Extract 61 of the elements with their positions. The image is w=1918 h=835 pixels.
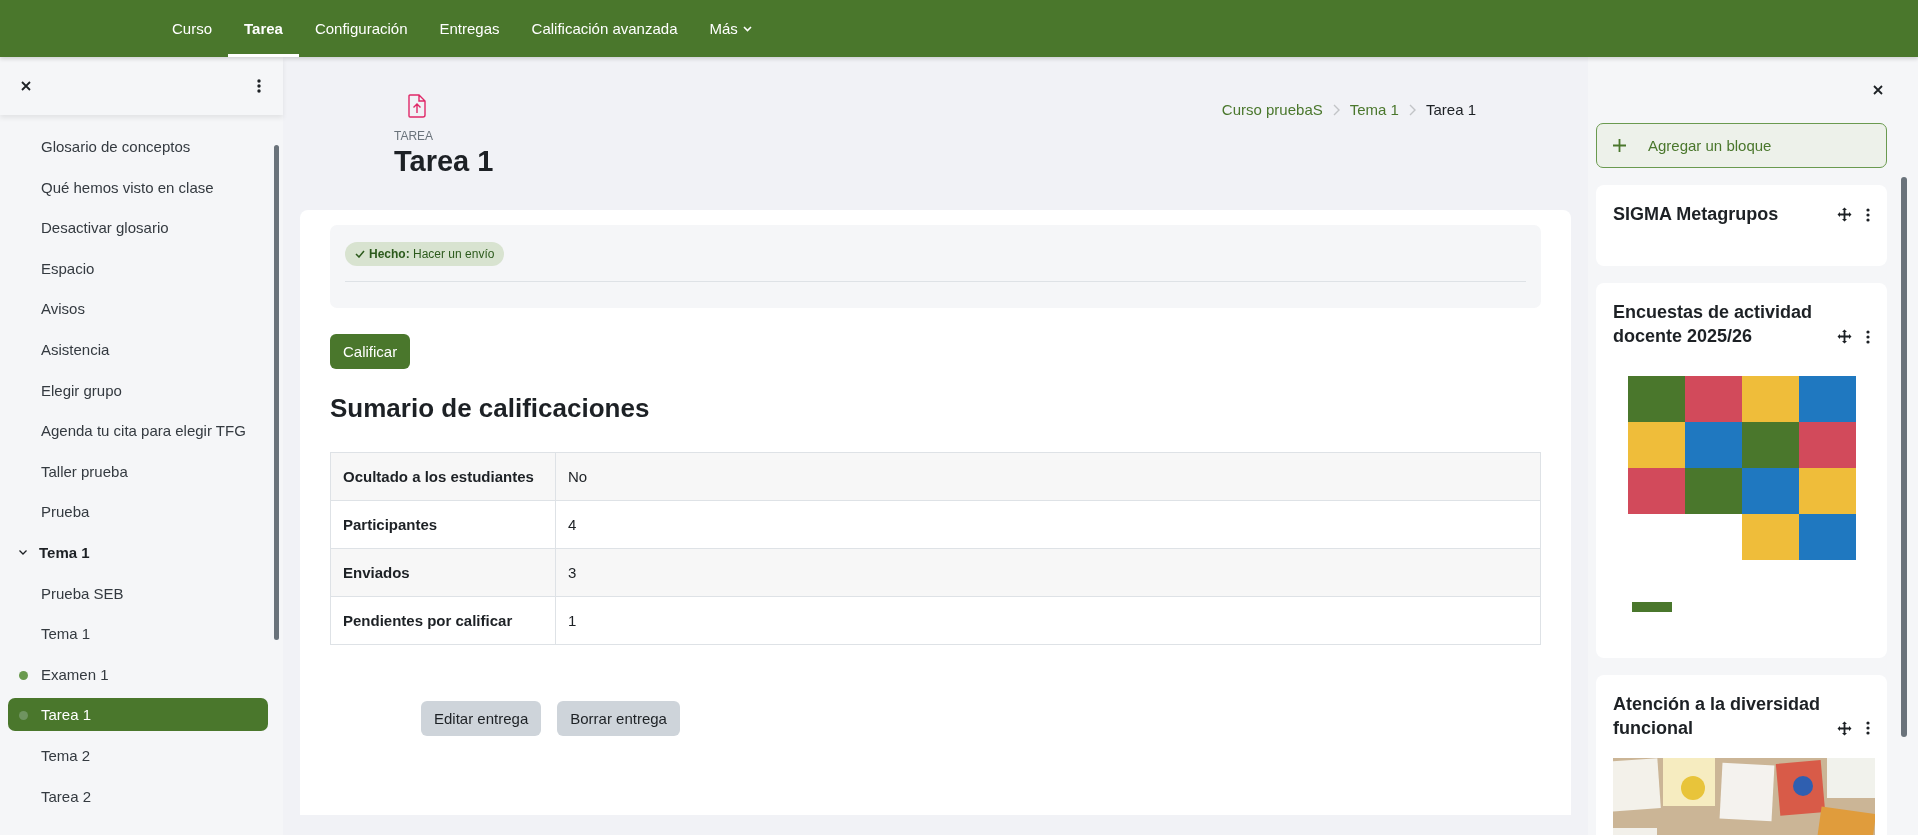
page-title: Tarea 1 [394,145,494,178]
sidebar-item[interactable]: Glosario de conceptos [8,130,268,163]
breadcrumb-link[interactable]: Curso pruebaS [1221,101,1323,118]
nav-tab[interactable]: Calificación avanzada [515,0,694,57]
add-block-button[interactable]: Agregar un bloque [1596,123,1887,168]
sidebar-item[interactable]: Espacio [8,251,268,285]
table-cell: 4 [555,500,1541,549]
section-heading: Sumario de calificaciones [330,393,651,424]
scrollbar[interactable] [1901,177,1907,737]
grade-button[interactable]: Calificar [330,334,411,369]
move-icon[interactable] [1837,720,1852,736]
chevron-icon [1332,103,1340,116]
sidebar-item[interactable]: Agenda tu cita para elegir TFG [8,414,268,448]
plus-icon [1613,139,1626,152]
close-icon[interactable] [1872,84,1884,96]
table-cell: No [555,452,1541,501]
action-button[interactable]: Editar entrega [421,701,542,736]
more-icon[interactable] [1866,329,1870,344]
file-upload-icon [408,94,426,118]
sidebar-item[interactable]: Asistencia [8,332,268,366]
sidebar-item[interactable]: Examen 1 [8,657,268,691]
check-icon [355,250,365,258]
current-page-label: Tarea 1 [1425,101,1476,118]
completion-badge: Hecho: Hacer un envío [345,242,505,266]
block-title: Atención a la diversidad funcional [1613,693,1822,740]
chevron-icon [1408,103,1416,116]
sidebar-item[interactable]: Tarea 2 [8,779,268,813]
more-icon[interactable] [1866,721,1870,736]
scrollbar[interactable] [274,145,279,640]
sidebar-item[interactable]: Taller prueba [8,454,268,488]
table-cell: 3 [555,548,1541,597]
breadcrumb-link[interactable]: Tema 1 [1349,101,1399,118]
block-title: SIGMA Metagrupos [1613,203,1779,226]
sidebar-item[interactable]: Prueba [8,495,268,529]
move-icon[interactable] [1837,329,1852,345]
block-title: Encuestas de actividad docente 2025/26 [1613,301,1814,348]
sidebar-item[interactable]: Qué hemos visto en clase [8,170,268,204]
sidebar-item[interactable]: Tarea 1 [8,698,268,732]
caret-icon [742,25,752,32]
table-header-cell: Participantes [330,500,556,549]
nav-tab[interactable]: Más [693,0,768,57]
move-icon[interactable] [1837,207,1852,223]
table-header-cell: Ocultado a los estudiantes [330,452,556,501]
section-toggle[interactable]: Tema 1 [8,535,268,569]
sidebar-item[interactable]: Prueba SEB [8,576,268,610]
sidebar-item[interactable]: Desactivar glosario [8,211,268,245]
sidebar-item[interactable]: Tema 2 [8,738,268,772]
sidebar-item[interactable]: Elegir grupo [8,373,268,407]
nav-tab[interactable]: Entregas [423,0,516,57]
table-cell: 1 [555,596,1541,645]
sidebar-item[interactable]: Avisos [8,292,268,326]
action-button[interactable]: Borrar entrega [557,701,680,736]
table-header-cell: Enviados [330,548,556,597]
nav-tab[interactable]: Configuración [298,0,424,57]
more-icon[interactable] [257,79,261,93]
sidebar-item[interactable]: Tema 1 [8,617,268,651]
close-icon[interactable] [20,80,32,92]
more-icon[interactable] [1866,207,1870,222]
activity-type: TAREA [394,129,435,143]
nav-tab[interactable]: Curso [156,0,228,57]
table-header-cell: Pendientes por calificar [330,596,556,645]
